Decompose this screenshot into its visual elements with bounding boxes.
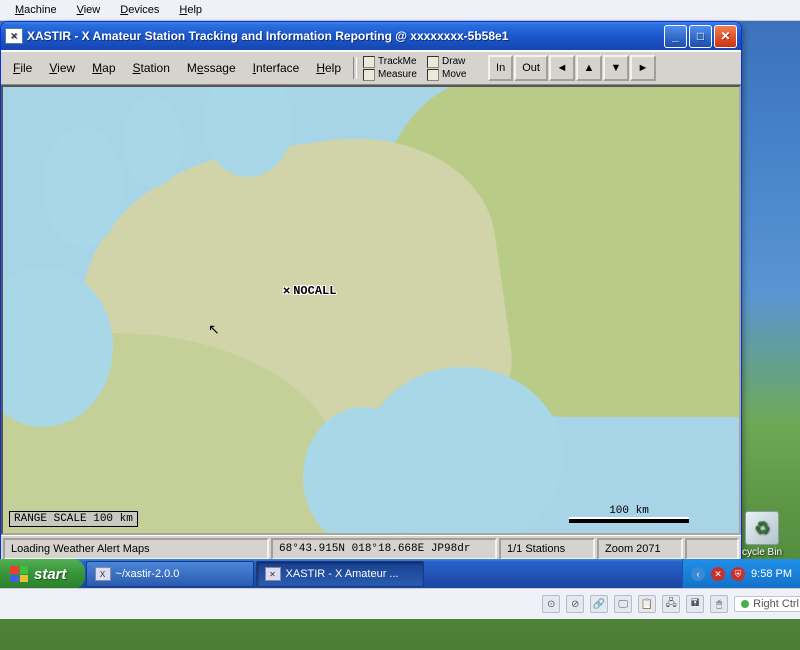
- vm-indicator-icon[interactable]: ⊙: [542, 595, 560, 613]
- menu-interface[interactable]: Interface: [245, 59, 308, 77]
- recycle-glyph-icon: ♻: [745, 511, 779, 545]
- menu-view[interactable]: View: [41, 59, 83, 77]
- toggle-draw[interactable]: Draw: [427, 56, 487, 68]
- vm-indicator-icon[interactable]: 🖬: [686, 595, 704, 613]
- taskbar-item-terminal[interactable]: X ~/xastir-2.0.0: [86, 561, 254, 587]
- windows-logo-icon: [10, 566, 28, 582]
- menu-map[interactable]: Map: [84, 59, 123, 77]
- pan-controls: ◄ ▲ ▼ ►: [549, 55, 656, 81]
- status-zoom: Zoom 2071: [597, 538, 683, 560]
- station-marker[interactable]: ✕ NOCALL: [283, 283, 336, 298]
- system-tray: ‹ ✕ ⛨ 9:58 PM: [682, 559, 800, 589]
- toggle-group: TrackMe Draw Measure Move: [363, 56, 487, 81]
- map-water: [123, 97, 183, 187]
- titlebar[interactable]: ✕ XASTIR - X Amateur Station Tracking an…: [1, 22, 741, 50]
- vm-host-key[interactable]: Right Ctrl: [734, 596, 800, 612]
- window-title: XASTIR - X Amateur Station Tracking and …: [27, 29, 664, 43]
- vm-indicator-icon[interactable]: 🖵: [614, 595, 632, 613]
- map-viewport[interactable]: ✕ NOCALL ↖ RANGE SCALE 100 km 100 km: [1, 85, 741, 535]
- toggle-trackme[interactable]: TrackMe: [363, 56, 423, 68]
- taskbar-clock[interactable]: 9:58 PM: [751, 568, 792, 580]
- tray-shield-icon[interactable]: ⛨: [731, 567, 745, 581]
- host-menu-help[interactable]: HelpHelp: [170, 1, 211, 19]
- station-callsign: NOCALL: [293, 284, 336, 298]
- pan-up-button[interactable]: ▲: [576, 55, 602, 81]
- map-water: [43, 127, 123, 247]
- host-menubar: MMachineachine ViewView DevicesDevices H…: [0, 0, 800, 21]
- close-button[interactable]: ✕: [714, 25, 737, 48]
- checkbox-icon: [363, 69, 375, 81]
- status-bar: Loading Weather Alert Maps 68°43.915N 01…: [1, 535, 741, 562]
- status-message: Loading Weather Alert Maps: [3, 538, 269, 560]
- zoom-out-button[interactable]: Out: [514, 55, 548, 81]
- menu-station[interactable]: Station: [125, 59, 178, 77]
- vm-indicator-icon[interactable]: 🖱: [710, 595, 728, 613]
- station-symbol-icon: ✕: [283, 283, 290, 298]
- app-toolbar: File View Map Station Message Interface …: [1, 50, 741, 85]
- tray-expand-icon[interactable]: ‹: [691, 567, 705, 581]
- window-controls: _ □ ✕: [664, 25, 737, 48]
- start-button[interactable]: start: [0, 559, 85, 589]
- pan-right-button[interactable]: ►: [630, 55, 656, 81]
- checkbox-icon: [427, 56, 439, 68]
- tray-x-icon[interactable]: ✕: [711, 567, 725, 581]
- host-menu-machine[interactable]: MMachineachine: [6, 1, 66, 19]
- taskbar: start X ~/xastir-2.0.0 ✕ XASTIR - X Amat…: [0, 559, 800, 589]
- vm-indicator-icon[interactable]: 🔗: [590, 595, 608, 613]
- pan-down-button[interactable]: ▼: [603, 55, 629, 81]
- toolbar-separator: [353, 57, 357, 79]
- toggle-measure[interactable]: Measure: [363, 69, 423, 81]
- status-stations: 1/1 Stations: [499, 538, 595, 560]
- recycle-bin-label: cycle Bin: [738, 547, 786, 558]
- toggle-move[interactable]: Move: [427, 69, 487, 81]
- scale-bar: 100 km: [569, 505, 689, 523]
- vm-indicator-icon[interactable]: 📋: [638, 595, 656, 613]
- checkbox-icon: [363, 56, 375, 68]
- host-key-led-icon: [741, 600, 749, 608]
- status-coordinates: 68°43.915N 018°18.668E JP98dr: [271, 538, 497, 560]
- task-icon: X: [95, 567, 111, 581]
- range-scale-label: RANGE SCALE 100 km: [9, 511, 138, 527]
- pan-left-button[interactable]: ◄: [549, 55, 575, 81]
- status-spacer: [685, 538, 739, 560]
- checkbox-icon: [427, 69, 439, 81]
- host-menu-view[interactable]: ViewView: [68, 1, 110, 19]
- scale-bar-label: 100 km: [609, 505, 649, 517]
- zoom-in-button[interactable]: In: [488, 55, 513, 81]
- mouse-cursor-icon: ↖: [208, 321, 220, 338]
- map-water: [303, 407, 423, 535]
- recycle-bin-icon[interactable]: ♻ cycle Bin: [738, 511, 786, 558]
- menu-file[interactable]: File: [5, 59, 40, 77]
- task-icon: ✕: [265, 567, 281, 581]
- vm-indicator-icon[interactable]: 🖧: [662, 595, 680, 613]
- scale-bar-line: [569, 517, 689, 523]
- vm-indicator-icon[interactable]: ⊘: [566, 595, 584, 613]
- vm-status-bar: ⊙ ⊘ 🔗 🖵 📋 🖧 🖬 🖱 Right Ctrl: [0, 588, 800, 619]
- host-menu-devices[interactable]: DevicesDevices: [111, 1, 168, 19]
- minimize-button[interactable]: _: [664, 25, 687, 48]
- maximize-button[interactable]: □: [689, 25, 712, 48]
- menu-message[interactable]: Message: [179, 59, 244, 77]
- app-icon: ✕: [5, 28, 23, 44]
- desktop: ✕ XASTIR - X Amateur Station Tracking an…: [0, 21, 800, 619]
- taskbar-item-xastir[interactable]: ✕ XASTIR - X Amateur ...: [256, 561, 424, 587]
- xastir-window: ✕ XASTIR - X Amateur Station Tracking an…: [0, 21, 742, 563]
- map-canvas: [3, 87, 739, 533]
- menu-help[interactable]: Help: [308, 59, 349, 77]
